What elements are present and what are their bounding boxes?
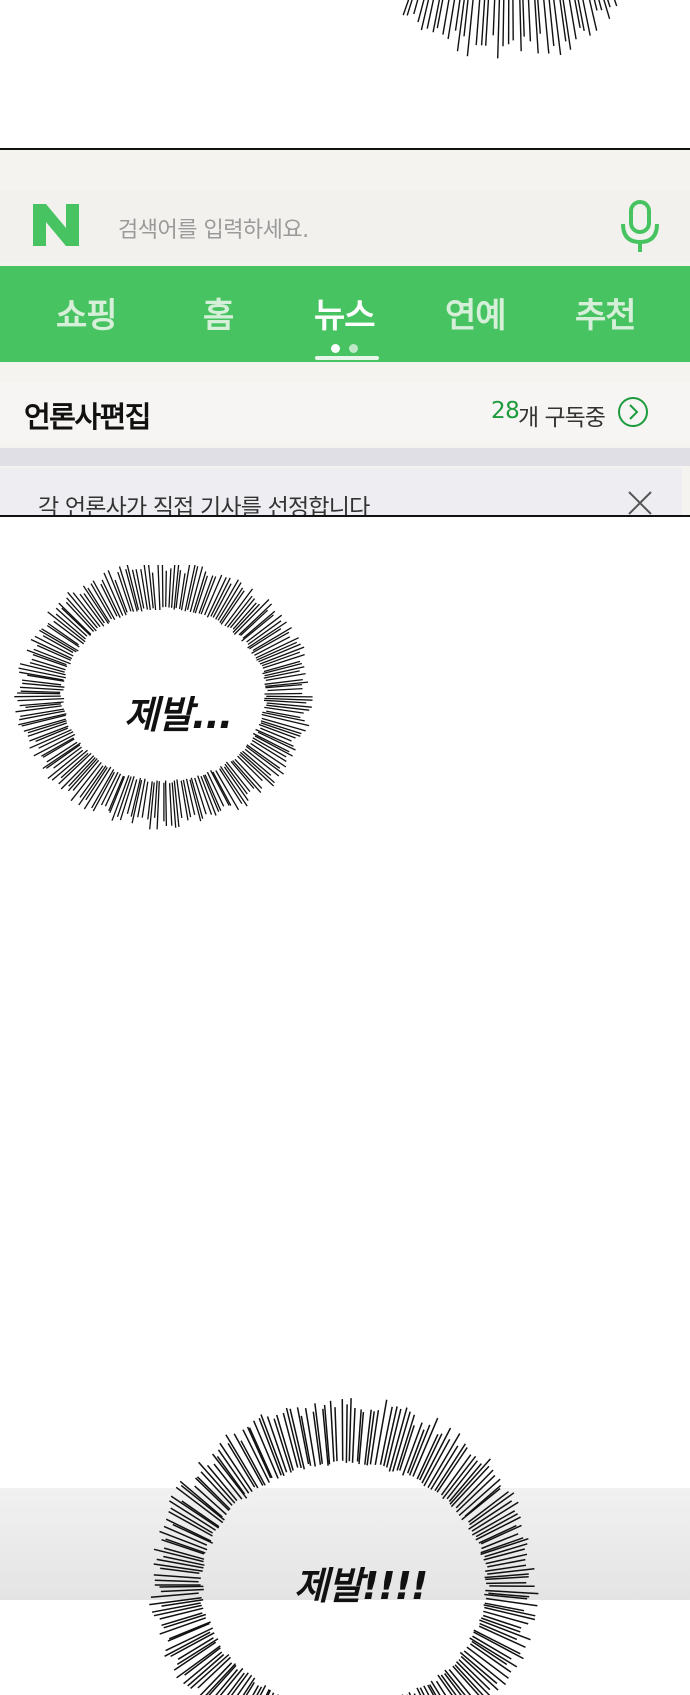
- page-indicator-dot: [349, 344, 358, 353]
- speed-line: [166, 781, 167, 827]
- speed-line: [519, 0, 522, 51]
- speech-burst-2: [148, 1395, 548, 1695]
- speed-line: [547, 0, 560, 55]
- tab-entertainment[interactable]: 연예: [445, 288, 506, 337]
- speed-line: [14, 696, 61, 697]
- speed-line: [141, 569, 148, 609]
- speed-line: [36, 728, 68, 741]
- speed-line: [219, 1450, 249, 1493]
- speed-line: [247, 745, 280, 769]
- speed-line: [27, 650, 67, 665]
- speed-line: [580, 0, 597, 10]
- speed-line: [268, 689, 303, 691]
- speed-line: [513, 0, 514, 40]
- notice-banner: 각 언론사가 직접 기사를 선정합니다: [0, 468, 682, 517]
- speed-line: [264, 698, 312, 700]
- speed-line: [526, 0, 530, 41]
- speed-line: [21, 691, 61, 692]
- speed-line: [193, 1663, 232, 1695]
- category-nav: 쇼핑 홈 뉴스 연예 추천: [0, 266, 690, 362]
- microphone-icon[interactable]: [618, 200, 662, 254]
- speed-line: [353, 1408, 356, 1463]
- close-icon[interactable]: [627, 490, 653, 516]
- speed-line: [18, 699, 65, 701]
- speed-line: [265, 694, 303, 695]
- subscription-count: 28: [491, 398, 519, 424]
- speed-line: [331, 1401, 334, 1462]
- speed-line: [118, 777, 132, 817]
- tab-home[interactable]: 홈: [203, 288, 233, 337]
- speed-line: [264, 700, 306, 703]
- speed-line: [532, 0, 539, 53]
- phone-screen-panel: 검색어를 입력하세요. 쇼핑 홈 뉴스 연예 추천 언론사편집 28 개 구독중…: [0, 148, 690, 517]
- speech-text-1: 제발...: [124, 684, 232, 739]
- speed-line: [498, 0, 501, 58]
- speed-line: [169, 568, 171, 607]
- search-bar[interactable]: 검색어를 입력하세요.: [0, 190, 690, 262]
- speed-line: [486, 1554, 527, 1563]
- speed-line: [349, 1398, 351, 1461]
- chevron-right-circle-icon[interactable]: [617, 396, 649, 428]
- speed-line: [162, 565, 163, 607]
- search-input[interactable]: 검색어를 입력하세요.: [118, 212, 309, 244]
- speed-line: [151, 1593, 199, 1597]
- speed-line: [157, 781, 159, 829]
- speed-line: [346, 1404, 347, 1463]
- speech-burst-top: [360, 0, 660, 70]
- speed-line: [375, 1400, 386, 1465]
- speed-line: [266, 696, 312, 697]
- section-title: 언론사편집: [24, 394, 150, 436]
- speed-line: [20, 687, 64, 690]
- speed-line: [467, 0, 478, 56]
- speed-line: [155, 1580, 199, 1582]
- active-tab-underline: [315, 356, 379, 360]
- speed-line: [161, 1590, 204, 1592]
- speed-line: [160, 1586, 204, 1587]
- speed-line: [462, 1489, 500, 1520]
- speed-line: [158, 565, 160, 610]
- speed-line: [301, 1416, 310, 1466]
- speed-line: [39, 732, 74, 749]
- speed-line: [17, 693, 60, 694]
- speed-line: [162, 1613, 203, 1625]
- speed-line: [521, 0, 524, 37]
- speed-line: [170, 783, 172, 826]
- naver-logo-icon: [33, 204, 79, 246]
- notice-text: 각 언론사가 직접 기사를 선정합니다: [38, 488, 369, 517]
- speed-line: [228, 1443, 255, 1487]
- speed-line: [205, 575, 222, 615]
- speed-line: [493, 0, 497, 35]
- speed-line: [154, 1575, 201, 1578]
- subscription-label: 개 구독중: [518, 398, 605, 432]
- section-divider: [0, 448, 690, 466]
- press-edit-header: 언론사편집 28 개 구독중: [0, 382, 690, 444]
- speed-line: [150, 782, 155, 829]
- speed-line: [185, 565, 195, 611]
- speech-text-2: 제발!!!!: [294, 1555, 427, 1610]
- tab-recommend[interactable]: 추천: [575, 288, 636, 337]
- speed-line: [155, 781, 158, 818]
- speed-line: [173, 1525, 213, 1544]
- tab-news[interactable]: 뉴스: [314, 288, 375, 337]
- tab-shopping[interactable]: 쇼핑: [56, 288, 117, 337]
- speed-line: [486, 1583, 526, 1584]
- speed-line: [480, 1624, 517, 1640]
- speed-line: [166, 571, 167, 607]
- speed-line: [503, 0, 505, 46]
- speed-line: [231, 761, 254, 788]
- speed-line: [335, 1407, 337, 1461]
- speed-line: [486, 0, 492, 46]
- page-indicator-dot-active: [331, 344, 340, 353]
